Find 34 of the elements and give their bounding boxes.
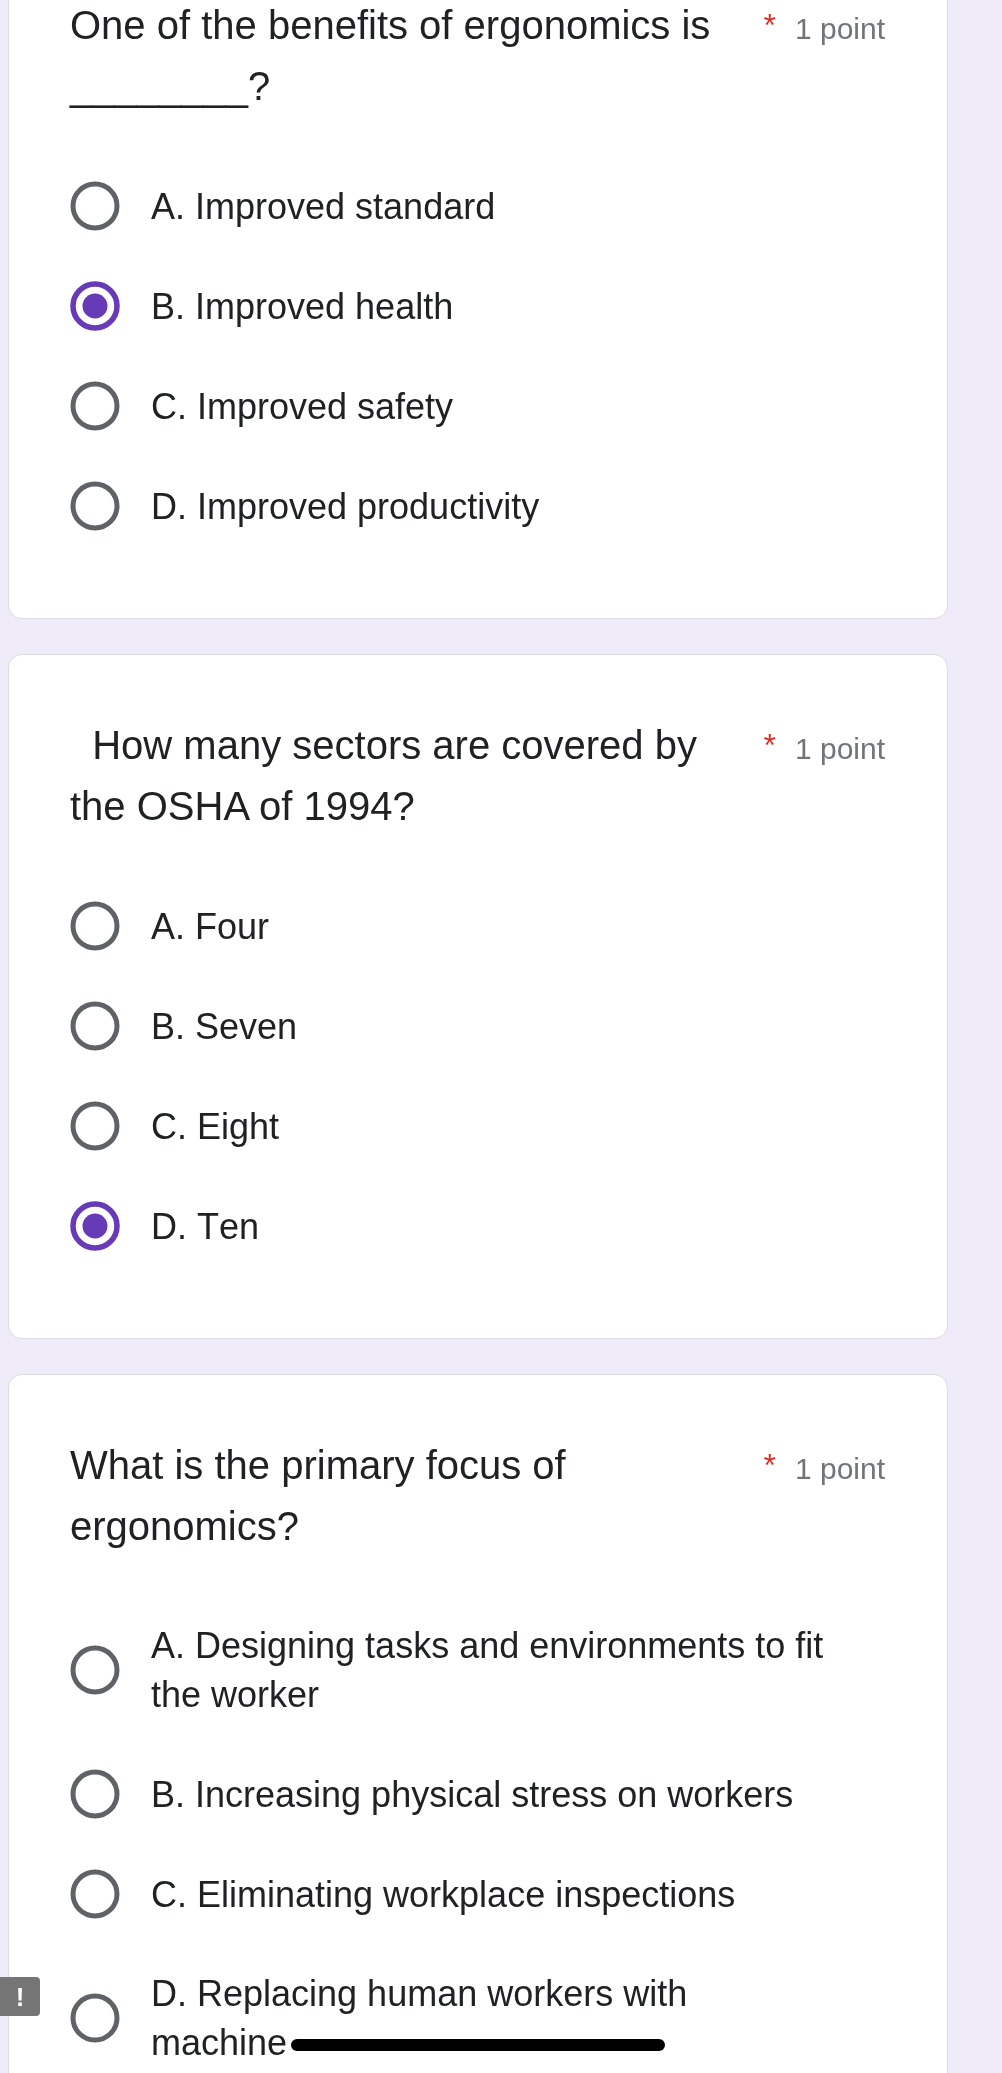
radio-button[interactable]: [70, 481, 120, 531]
option-label[interactable]: C. Eight: [151, 1101, 828, 1151]
required-asterisk: *: [763, 1446, 776, 1485]
radio-button[interactable]: [70, 281, 120, 331]
option-label[interactable]: B. Increasing physical stress on workers: [151, 1769, 828, 1819]
radio-button[interactable]: [70, 1993, 120, 2043]
radio-button[interactable]: [70, 1101, 120, 1151]
option-label[interactable]: D. Replacing human workers with machine: [151, 1969, 828, 2067]
points-label: 1 point: [794, 1451, 885, 1487]
points-label: 1 point: [794, 731, 885, 767]
option-label[interactable]: A. Designing tasks and environments to fit the worker: [151, 1621, 828, 1719]
option-label[interactable]: D. Improved productivity: [151, 481, 828, 531]
radio-button[interactable]: [70, 1869, 120, 1919]
question-text: How many sectors are covered by the OSHA of 1994?: [70, 722, 698, 830]
required-asterisk: *: [763, 726, 776, 765]
radio-button[interactable]: [70, 1645, 120, 1695]
option-label[interactable]: A. Improved standard: [151, 181, 828, 231]
alert-tab[interactable]: !: [0, 1977, 40, 2016]
radio-button[interactable]: [70, 901, 120, 951]
radio-button[interactable]: [70, 1769, 120, 1819]
points-label: 1 point: [794, 11, 885, 47]
option-label[interactable]: B. Improved health: [151, 281, 828, 331]
required-asterisk: *: [763, 6, 776, 45]
radio-button[interactable]: [70, 1201, 120, 1251]
question-text: What is the primary focus of ergonomics?: [70, 1442, 567, 1550]
option-label[interactable]: A. Four: [151, 901, 828, 951]
question-text: One of the benefits of ergonomics is ________?: [70, 2, 712, 110]
radio-button[interactable]: [70, 381, 120, 431]
option-label[interactable]: D. Ten: [151, 1201, 828, 1251]
option-label[interactable]: C. Improved safety: [151, 381, 828, 431]
option-label[interactable]: C. Eliminating workplace inspections: [151, 1869, 828, 1919]
radio-button[interactable]: [70, 1001, 120, 1051]
option-label[interactable]: B. Seven: [151, 1001, 828, 1051]
radio-button[interactable]: [70, 181, 120, 231]
